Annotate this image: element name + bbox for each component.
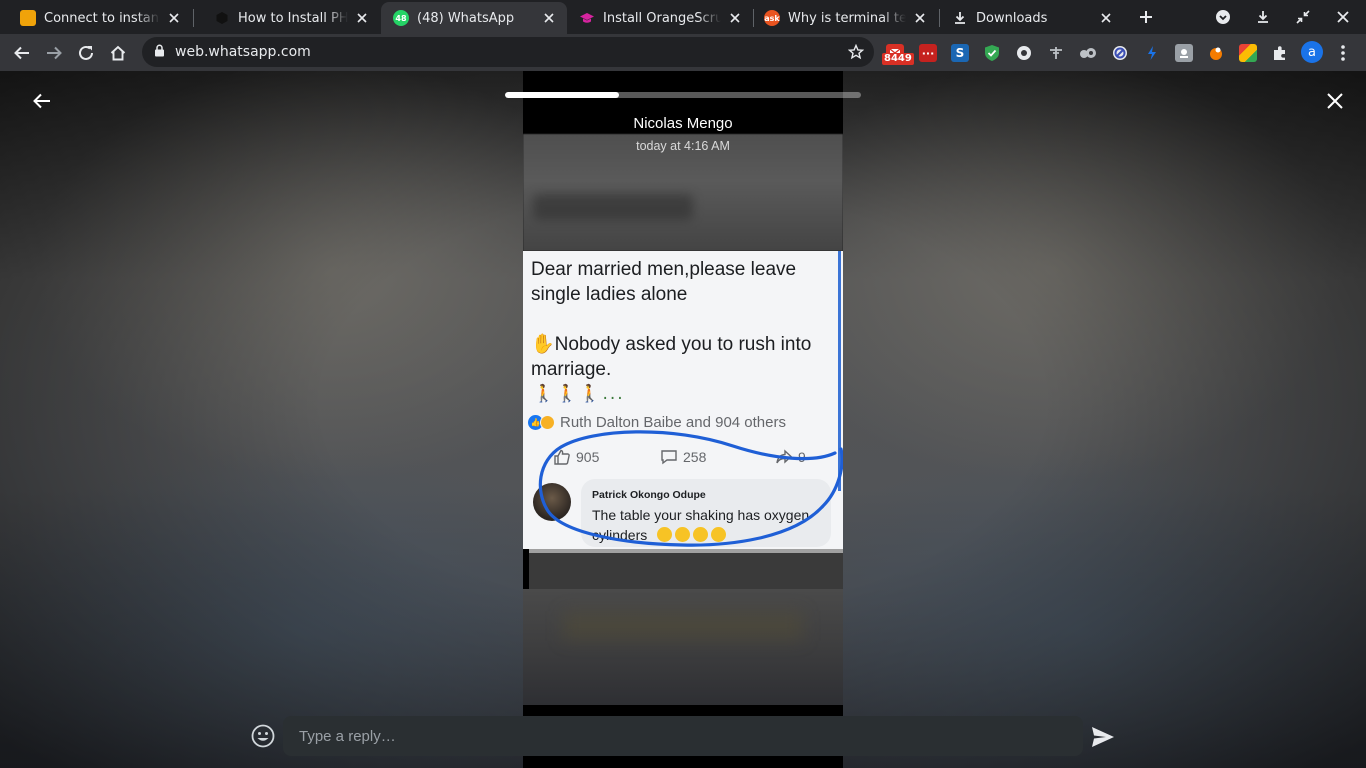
blurred-image-bottom bbox=[523, 589, 843, 705]
back-arrow-icon[interactable] bbox=[11, 42, 33, 64]
extensions-puzzle-icon[interactable] bbox=[1271, 44, 1289, 62]
like-count: 905 bbox=[545, 443, 608, 471]
back-arrow-icon[interactable] bbox=[32, 91, 52, 111]
laughing-emoji-icon bbox=[657, 527, 673, 542]
shield-check-icon[interactable] bbox=[983, 44, 1001, 62]
tab-askubuntu[interactable]: ask Why is terminal telling me bbox=[754, 2, 938, 34]
gmail-unread-badge: 8449 bbox=[882, 53, 914, 65]
reactions-text: Ruth Dalton Baibe and 904 others bbox=[560, 414, 786, 431]
walking-emoji-row: 🚶🚶🚶... bbox=[533, 384, 625, 404]
url-text: web.whatsapp.com bbox=[175, 44, 311, 60]
share-arrow-icon bbox=[776, 449, 793, 464]
lightning-icon[interactable] bbox=[1143, 44, 1161, 62]
close-icon[interactable] bbox=[1098, 10, 1114, 26]
post-line: single ladies alone bbox=[531, 284, 688, 305]
post-line: marriage. bbox=[531, 359, 612, 380]
comment-author: Patrick Okongo Odupe bbox=[592, 489, 706, 501]
status-poster-name: Nicolas Mengo bbox=[633, 115, 733, 132]
tab-php[interactable]: How to Install PHP on Ubuntu bbox=[194, 2, 380, 34]
kebab-menu-icon[interactable] bbox=[1332, 42, 1354, 64]
status-timestamp: today at 4:16 AM bbox=[636, 139, 730, 153]
fire-extension-icon[interactable] bbox=[1207, 44, 1225, 62]
hexagon-logo-icon bbox=[214, 10, 230, 26]
reactions-summary: 👍 Ruth Dalton Baibe and 904 others bbox=[528, 414, 786, 431]
download-icon[interactable] bbox=[1253, 7, 1273, 27]
reply-input[interactable] bbox=[283, 716, 1083, 756]
laughing-emoji-icon bbox=[693, 527, 709, 542]
status-progress-bar bbox=[505, 92, 861, 98]
tab-title: How to Install PHP on Ubuntu bbox=[238, 10, 348, 26]
address-bar[interactable]: web.whatsapp.com bbox=[142, 37, 874, 67]
tab-title: Connect to instance | EC2 bbox=[44, 10, 160, 26]
whatsapp-icon: 48 bbox=[393, 10, 409, 26]
close-icon[interactable] bbox=[727, 10, 743, 26]
pin-tool-icon[interactable] bbox=[1047, 44, 1065, 62]
post-line: ✋Nobody asked you to rush into bbox=[531, 334, 812, 355]
profile-avatar[interactable]: a bbox=[1301, 41, 1323, 63]
facebook-post-screenshot: Dear married men,please leave single lad… bbox=[523, 251, 843, 549]
bookmark-star-icon[interactable] bbox=[847, 43, 865, 60]
colorful-grid-icon[interactable] bbox=[1239, 44, 1257, 62]
tab-ec2[interactable]: Connect to instance | EC2 bbox=[0, 2, 192, 34]
download-icon bbox=[952, 10, 968, 26]
comment-bubble-icon bbox=[661, 450, 677, 465]
post-comment: Patrick Okongo Odupe The table your shak… bbox=[528, 477, 838, 549]
share-count: 9 bbox=[767, 443, 814, 471]
laughing-emoji-icon bbox=[675, 527, 691, 542]
close-icon[interactable] bbox=[354, 10, 370, 26]
tab-title: (48) WhatsApp bbox=[417, 10, 515, 26]
post-line: Dear married men,please leave bbox=[531, 259, 797, 280]
tab-downloads[interactable]: Downloads bbox=[940, 2, 1124, 34]
circle-dot-icon[interactable] bbox=[1015, 44, 1033, 62]
status-story-frame[interactable]: Nicolas Mengo today at 4:16 AM Dear marr… bbox=[523, 71, 843, 768]
post-text: Dear married men,please leave single lad… bbox=[531, 257, 831, 382]
profile-card-icon[interactable] bbox=[1175, 44, 1193, 62]
close-icon[interactable] bbox=[1326, 92, 1346, 112]
browser-toolbar: web.whatsapp.com ··· S bbox=[0, 34, 1366, 71]
reply-box[interactable] bbox=[283, 716, 1083, 756]
lastpass-icon[interactable]: ··· bbox=[919, 44, 937, 62]
thumbs-up-icon bbox=[554, 449, 570, 465]
haha-reaction-icon bbox=[540, 415, 555, 430]
laughing-emoji-icon bbox=[711, 527, 727, 542]
reload-icon[interactable] bbox=[75, 42, 97, 64]
lock-icon[interactable] bbox=[154, 44, 165, 61]
restore-window-icon[interactable] bbox=[1293, 7, 1313, 27]
send-arrow-icon[interactable] bbox=[1090, 724, 1116, 750]
post-action-row: 905 258 9 bbox=[523, 441, 843, 471]
graduation-cap-icon bbox=[579, 10, 595, 26]
tab-orangescrum[interactable]: Install OrangeScrum on Ubuntu bbox=[567, 2, 753, 34]
comment-bubble: Patrick Okongo Odupe The table your shak… bbox=[581, 479, 831, 547]
close-icon[interactable] bbox=[166, 10, 182, 26]
close-icon[interactable] bbox=[912, 10, 928, 26]
tab-title: Downloads bbox=[976, 10, 1048, 26]
aws-cube-icon bbox=[20, 10, 36, 26]
status-progress-fill bbox=[505, 92, 619, 98]
tab-strip: Connect to instance | EC2 How to Install… bbox=[0, 0, 1366, 34]
close-window-icon[interactable] bbox=[1333, 7, 1353, 27]
forward-arrow-icon[interactable] bbox=[43, 42, 65, 64]
block-icon[interactable] bbox=[1111, 44, 1129, 62]
home-icon[interactable] bbox=[107, 42, 129, 64]
tab-title: Why is terminal telling me bbox=[788, 10, 906, 26]
new-tab-plus-icon[interactable] bbox=[1136, 7, 1156, 27]
post-bottom-strip bbox=[529, 549, 843, 589]
s-extension-icon[interactable]: S bbox=[951, 44, 969, 62]
comment-count: 258 bbox=[652, 443, 715, 471]
emoji-smiley-icon[interactable] bbox=[250, 723, 276, 749]
cloud-users-icon[interactable] bbox=[1079, 44, 1097, 62]
tab-title: Install OrangeScrum on Ubuntu bbox=[603, 10, 721, 26]
askubuntu-icon: ask bbox=[764, 10, 780, 26]
tab-search-chevron-icon[interactable] bbox=[1213, 7, 1233, 27]
status-viewer: Nicolas Mengo today at 4:16 AM Dear marr… bbox=[0, 71, 1366, 768]
close-icon[interactable] bbox=[541, 10, 557, 26]
commenter-avatar bbox=[533, 483, 571, 521]
tab-whatsapp[interactable]: 48 (48) WhatsApp bbox=[381, 2, 567, 34]
comment-text: The table your shaking has oxygen cylind… bbox=[592, 507, 810, 543]
